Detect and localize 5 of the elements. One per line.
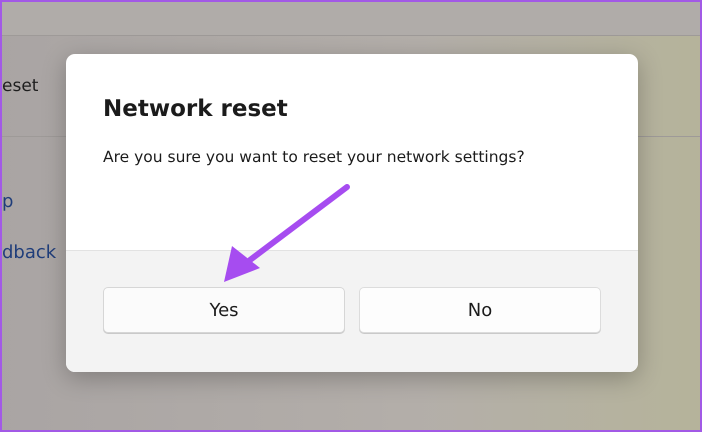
yes-button[interactable]: Yes	[103, 287, 345, 333]
no-button[interactable]: No	[359, 287, 601, 333]
setting-label: eset	[2, 76, 38, 96]
dialog-title: Network reset	[103, 96, 289, 122]
dialog-message: Are you sure you want to reset your network settings?	[103, 148, 526, 166]
